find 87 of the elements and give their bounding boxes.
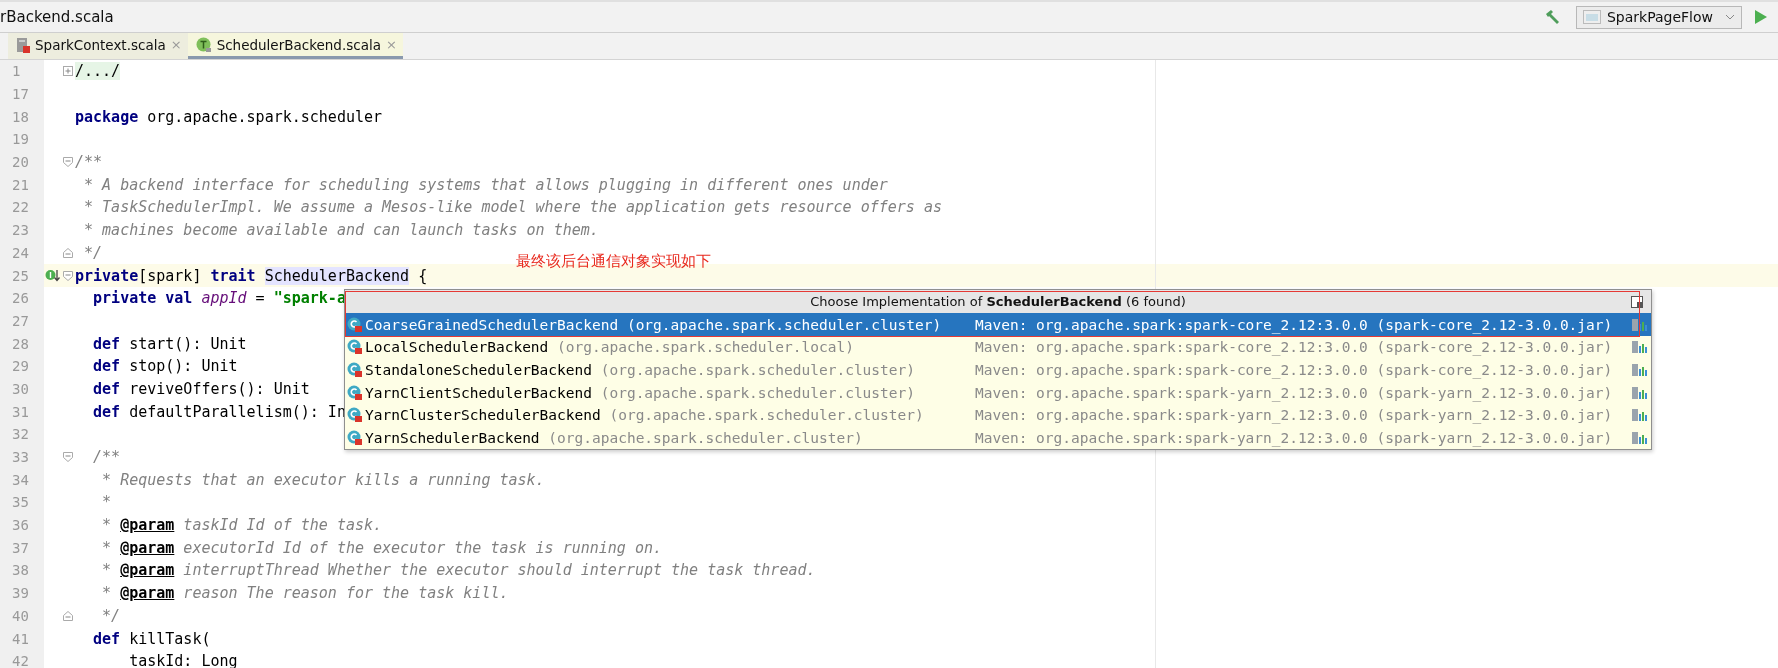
library-icon — [1632, 408, 1647, 423]
fold-icon[interactable] — [62, 157, 73, 168]
line-number: 39 — [12, 585, 29, 602]
line-number: 26 — [12, 290, 29, 307]
code-line: /** — [92, 448, 121, 467]
implementation-item[interactable]: YarnClientSchedulerBackend (org.apache.spark.scheduler.cluster) Maven: org.apache.spark:spark-yarn_2.12:3.0.0 (spark-yarn_2.12-3.0.0.jar) — [345, 381, 1651, 404]
tab-label: SparkContext.scala — [35, 36, 166, 53]
library-icon — [1632, 385, 1647, 400]
code-line: * @param interruptThread Whether the executor should interrupt the task thread. — [101, 561, 816, 580]
code-line: def reviveOffers(): Unit — [92, 379, 310, 398]
line-number: 42 — [12, 653, 29, 668]
line-number: 41 — [12, 630, 29, 647]
code-line: * A backend interface for scheduling systems that allows plugging in different ones under — [83, 175, 888, 194]
implementation-item[interactable]: LocalSchedulerBackend (org.apache.spark.scheduler.local) Maven: org.apache.spark:spark-core_2.12:3.0.0 (spark-core_2.12-3.0.0.jar) — [345, 335, 1651, 359]
implementation-item[interactable]: StandaloneSchedulerBackend (org.apache.spark.scheduler.cluster) Maven: org.apache.spark:spark-core_2.12:3.0.0 (spark-core_2.12-3.0.0.jar) — [345, 358, 1651, 382]
line-number: 24 — [12, 244, 29, 261]
implementation-item[interactable]: YarnSchedulerBackend (org.apache.spark.scheduler.cluster) Maven: org.apache.spark:spark-yarn_2.12:3.0.0 (spark-yarn_2.12-3.0.0.jar) — [345, 426, 1651, 450]
code-line: def start(): Unit — [92, 334, 247, 353]
run-icon[interactable] — [1754, 9, 1768, 25]
class-icon — [347, 362, 363, 378]
library-icon — [1632, 340, 1647, 355]
line-number: 34 — [12, 471, 29, 488]
line-number: 38 — [12, 562, 29, 579]
popup-title: Choose Implementation of SchedulerBackend (6 found) — [810, 294, 1186, 310]
code-line: private val appId = "spark-a — [92, 289, 346, 308]
class-icon — [347, 407, 363, 424]
run-configuration-dropdown[interactable]: SparkPageFlow — [1575, 5, 1742, 29]
editor-tab[interactable]: SchedulerBackend.scala × — [187, 33, 403, 59]
window-title: rBackend.scala — [0, 8, 115, 26]
library-icon — [1632, 431, 1647, 446]
code-line: * Requests that an executor kills a running task. — [101, 470, 545, 489]
line-number: 18 — [12, 108, 29, 125]
class-icon — [347, 384, 363, 401]
annotation-text: 最终该后台通信对象实现如下 — [516, 251, 711, 271]
tab-label: SchedulerBackend.scala — [216, 36, 381, 53]
editor-tab[interactable]: SparkContext.scala × — [8, 33, 188, 59]
code-line: /** — [75, 153, 103, 172]
line-number: 19 — [12, 131, 29, 148]
line-number: 27 — [12, 312, 29, 329]
line-number: 28 — [12, 335, 29, 352]
line-number: 20 — [12, 154, 29, 171]
fold-icon[interactable] — [62, 270, 73, 281]
trait-icon — [195, 36, 212, 53]
window-icon — [1582, 10, 1601, 24]
line-number: 21 — [12, 176, 29, 193]
line-number: 22 — [12, 199, 29, 216]
line-number: 17 — [12, 86, 29, 103]
implementation-item[interactable]: CoarseGrainedSchedulerBackend (org.apache.spark.scheduler.cluster) Maven: org.apache.spark:spark-core_2.12:3.0.0 (spark-core_2.12-3.0.0.jar) — [345, 313, 1651, 336]
library-icon — [1632, 363, 1647, 377]
fold-icon[interactable] — [62, 610, 73, 621]
line-number: 1 — [12, 63, 21, 80]
implementation-item[interactable]: YarnClusterSchedulerBackend (org.apache.spark.scheduler.cluster) Maven: org.apache.spark:spark-yarn_2.12:3.0.0 (spark-yarn_2.12-3.0.0.jar) — [345, 404, 1651, 427]
line-number: 31 — [12, 403, 29, 420]
code-line: * @param taskId Id of the task. — [101, 516, 383, 535]
chevron-down-icon — [1725, 14, 1735, 20]
pin-icon[interactable] — [1631, 295, 1643, 308]
implemented-icon[interactable] — [45, 268, 61, 283]
line-number: 30 — [12, 380, 29, 397]
line-number: 35 — [12, 494, 29, 511]
file-icon — [16, 36, 30, 53]
code-line: * TaskSchedulerImpl. We assume a Mesos-like model where the application gets resource offers as — [83, 198, 942, 217]
line-number: 25 — [12, 267, 29, 284]
fold-icon[interactable] — [62, 66, 73, 77]
code-line: private[spark] trait SchedulerBackend { — [75, 266, 428, 285]
code-line: * @param executorId Id of the executor the task is running on. — [101, 538, 662, 557]
code-line: package org.apache.spark.scheduler — [75, 107, 383, 126]
code-line: def stop(): Unit — [92, 357, 238, 376]
code-line: * machines become available and can launch tasks on them. — [83, 221, 599, 240]
class-icon — [347, 430, 363, 447]
code-line: */ — [83, 243, 103, 262]
class-icon — [347, 316, 363, 333]
hammer-icon[interactable] — [1543, 8, 1562, 26]
line-number: 37 — [12, 539, 29, 556]
class-icon — [347, 339, 363, 356]
line-number: 29 — [12, 358, 29, 375]
code-line: */ — [101, 606, 121, 625]
line-number: 36 — [12, 517, 29, 534]
code-line: * — [101, 493, 112, 512]
line-number: 33 — [12, 449, 29, 466]
line-number: 23 — [12, 222, 29, 239]
fold-icon[interactable] — [62, 452, 73, 463]
code-line: def killTask( — [92, 629, 211, 648]
fold-icon[interactable] — [62, 247, 73, 258]
code-line: * @param reason The reason for the task kill. — [101, 584, 509, 603]
line-number: 40 — [12, 607, 29, 624]
library-icon — [1632, 317, 1647, 332]
line-number: 32 — [12, 426, 29, 443]
